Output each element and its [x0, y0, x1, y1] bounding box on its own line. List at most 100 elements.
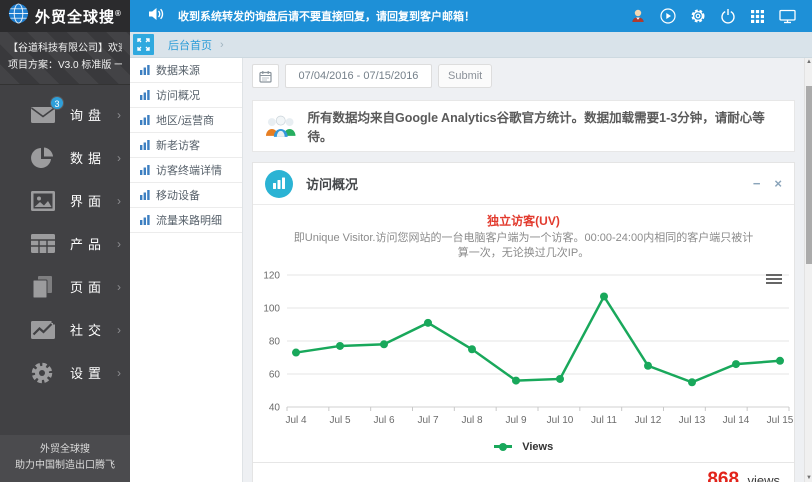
bar-chart-icon [140, 165, 150, 175]
monitor-icon[interactable] [779, 8, 796, 25]
product-grid-icon [30, 232, 57, 256]
users-group-icon [265, 115, 296, 137]
expand-arrows-icon [137, 38, 150, 51]
submenu-item-visit-overview[interactable]: 访问概况 [130, 83, 242, 108]
main-sidebar: 【谷道科技有限公司】欢迎您! 项目方案：V3.0 标准版 一年 3 询盘 › [0, 32, 130, 482]
svg-text:Jul 10: Jul 10 [547, 415, 574, 426]
bar-chart-icon [140, 115, 150, 125]
svg-text:Jul 9: Jul 9 [505, 415, 527, 426]
calendar-icon [259, 70, 272, 83]
submenu-item-region-carrier[interactable]: 地区/运营商 [130, 108, 242, 133]
chart-canvas: 40 60 80 100 120 Jul 4 Jul 5 Jul 6 Jul 7 Jul 8 Jul… [263, 271, 794, 427]
uv-title: 独立访客(UV) [487, 214, 560, 228]
bar-chart-icon [140, 90, 150, 100]
top-bar: 外贸全球搜® 收到系统转发的询盘后请不要直接回复，请回复到客户邮箱！ [0, 0, 812, 32]
pie-chart-icon [30, 146, 57, 170]
panel-title: 访问概况 [306, 177, 359, 192]
chart-legend[interactable]: Views [253, 438, 794, 454]
svg-text:Jul 4: Jul 4 [285, 415, 307, 426]
chart-export-menu-icon[interactable] [766, 272, 782, 286]
chevron-right-icon: › [117, 279, 121, 294]
main-content: Submit 所有数据均来自Google Analytics谷歌官方统计。数据加… [243, 58, 804, 482]
svg-text:Jul 7: Jul 7 [417, 415, 439, 426]
notice-bar: 所有数据均来自Google Analytics谷歌官方统计。数据加载需要1-3分… [252, 100, 795, 152]
bar-chart-icon [140, 215, 150, 225]
breadcrumb[interactable]: 后台首页 [168, 37, 212, 53]
sidebar-item-interface[interactable]: 界面 › [0, 179, 130, 222]
sidebar-footer: 外贸全球搜 助力中国制造出口腾飞 [0, 435, 130, 482]
notice-text: 所有数据均来自Google Analytics谷歌官方统计。数据加载需要1-3分… [307, 111, 765, 144]
chevron-right-icon: › [117, 150, 121, 165]
avatar[interactable] [629, 8, 646, 25]
image-icon [30, 189, 57, 213]
speaker-icon [148, 7, 164, 26]
app-grid-icon[interactable] [749, 8, 766, 25]
chevron-right-icon: › [117, 107, 121, 122]
chart-circle-icon [265, 169, 293, 198]
svg-text:60: 60 [269, 370, 281, 381]
topbar-main: 收到系统转发的询盘后请不要直接回复，请回复到客户邮箱！ [130, 0, 812, 32]
logo-text: 外贸全球搜® [35, 8, 122, 26]
sidebar-nav: 3 询盘 › 数据 › 界面 › 产品 › 页面 › 社交 › 设置 › [0, 93, 130, 394]
globe-icon [8, 3, 29, 29]
panel-header: 访问概况 − × [253, 163, 794, 205]
svg-text:100: 100 [263, 304, 280, 315]
gear-icon [30, 361, 57, 385]
sidebar-item-settings[interactable]: 设置 › [0, 351, 130, 394]
svg-text:80: 80 [269, 337, 281, 348]
svg-text:Jul 13: Jul 13 [679, 415, 706, 426]
close-icon[interactable]: × [774, 177, 782, 190]
total-views-row: 868 views [253, 462, 794, 482]
footer-brand: 外贸全球搜 [40, 444, 90, 455]
bar-chart-icon [140, 190, 150, 200]
scrollbar-thumb[interactable] [805, 86, 812, 264]
uv-description: 即Unique Visitor.访问您网站的一台电脑客户端为一个访客。00:00… [293, 232, 754, 259]
bar-chart-icon [140, 140, 150, 150]
system-notice: 收到系统转发的询盘后请不要直接回复，请回复到客户邮箱！ [178, 11, 475, 23]
sidebar-item-social[interactable]: 社交 › [0, 308, 130, 351]
stats-submenu: 数据来源 访问概况 地区/运营商 新老访客 访客终端详情 移动设备 流量来路明细 [130, 58, 243, 482]
date-range-input[interactable] [285, 64, 432, 88]
sidebar-item-product[interactable]: 产品 › [0, 222, 130, 265]
submenu-item-data-source[interactable]: 数据来源 [130, 58, 242, 83]
app-logo[interactable]: 外贸全球搜® [0, 0, 130, 32]
inquiry-badge: 3 [50, 95, 64, 110]
submenu-item-new-returning[interactable]: 新老访客 [130, 133, 242, 158]
svg-text:Jul 11: Jul 11 [591, 415, 617, 426]
sidebar-item-inquiry[interactable]: 3 询盘 › [0, 93, 130, 136]
svg-text:40: 40 [269, 403, 281, 414]
pages-icon [30, 275, 57, 299]
submenu-item-traffic-source[interactable]: 流量来路明细 [130, 208, 242, 233]
expand-button[interactable] [133, 34, 154, 55]
welcome-company: 【谷道科技有限公司】欢迎您! [8, 43, 122, 54]
uv-line-chart: 40 60 80 100 120 Jul 4 Jul 5 Jul 6 Jul 7 Jul 8 Jul… [253, 266, 794, 436]
panel-controls: − × [753, 177, 782, 190]
chevron-right-icon: › [117, 193, 121, 208]
calendar-button[interactable] [252, 64, 279, 88]
svg-text:Jul 5: Jul 5 [329, 415, 351, 426]
visit-overview-panel: 访问概况 − × 独立访客(UV) 即Unique Visitor.访问您网站的… [252, 162, 795, 482]
svg-text:Jul 12: Jul 12 [635, 415, 662, 426]
svg-text:Jul 15: Jul 15 [767, 415, 794, 426]
submenu-item-terminal-detail[interactable]: 访客终端详情 [130, 158, 242, 183]
scroll-down-arrow[interactable]: ▼ [805, 475, 812, 481]
svg-text:Jul 8: Jul 8 [461, 415, 483, 426]
sidebar-item-data[interactable]: 数据 › [0, 136, 130, 179]
welcome-plan: 项目方案：V3.0 标准版 一年 [8, 60, 122, 71]
submenu-item-mobile-device[interactable]: 移动设备 [130, 183, 242, 208]
sidebar-item-pages[interactable]: 页面 › [0, 265, 130, 308]
breadcrumb-separator: › [220, 38, 224, 51]
submit-button[interactable]: Submit [438, 64, 493, 88]
total-views-value: 868 [707, 469, 740, 482]
breadcrumb-bar: 后台首页 › [130, 32, 812, 58]
chevron-right-icon: › [117, 236, 121, 251]
gear-icon[interactable] [689, 8, 706, 25]
minimize-icon[interactable]: − [753, 177, 761, 190]
envelope-icon: 3 [30, 95, 64, 127]
play-circle-icon[interactable] [659, 8, 676, 25]
power-icon[interactable] [719, 8, 736, 25]
vertical-scrollbar[interactable]: ▲ ▼ [804, 58, 812, 482]
footer-slogan: 助力中国制造出口腾飞 [15, 460, 115, 471]
legend-label: Views [522, 440, 554, 453]
scroll-up-arrow[interactable]: ▲ [805, 59, 812, 65]
